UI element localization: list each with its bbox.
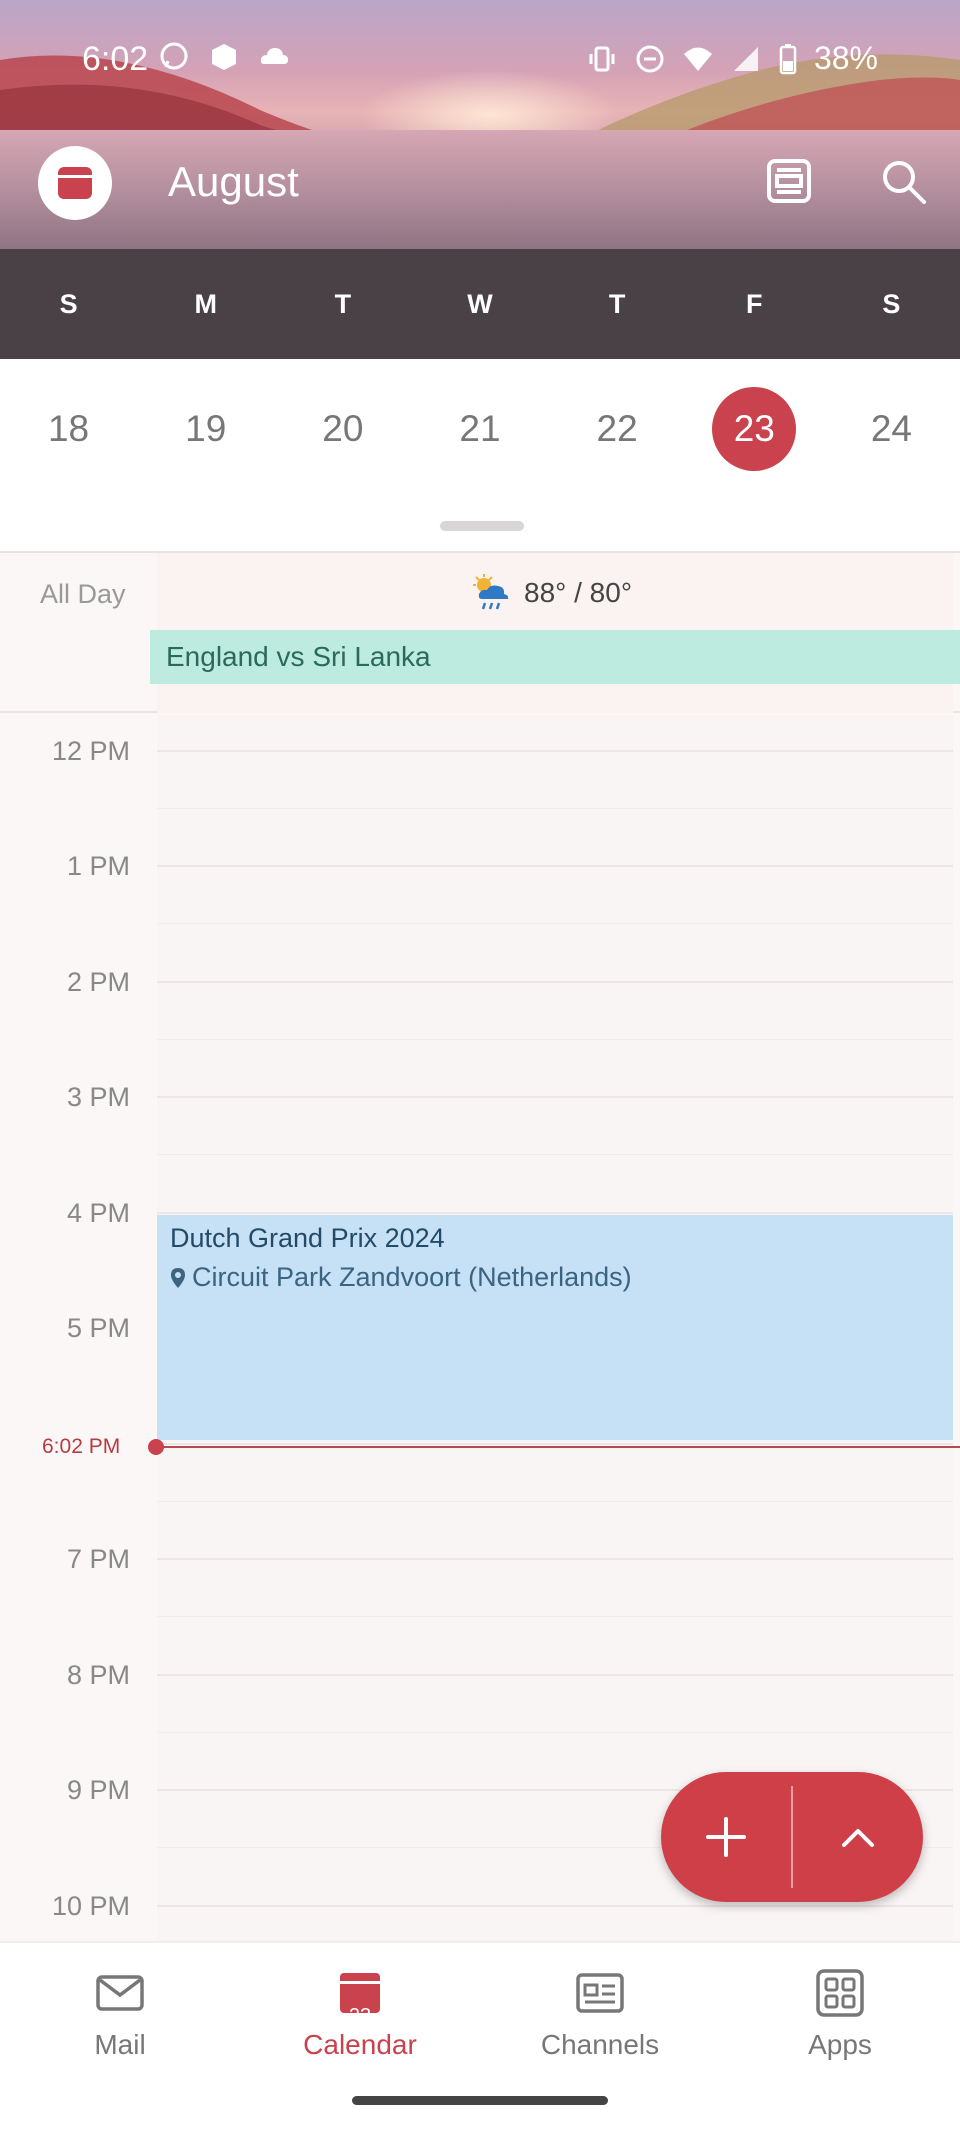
signal-icon: [733, 46, 758, 71]
mail-icon: [96, 1975, 144, 2011]
status-bar: 6:02 38%: [0, 0, 960, 118]
current-time-line: [156, 1446, 960, 1448]
nav-label: Channels: [540, 2029, 660, 2060]
weather-summary[interactable]: 88° / 80°: [470, 573, 632, 613]
hour-label: 1 PM: [66, 851, 130, 881]
date-cell[interactable]: 19: [137, 408, 274, 450]
date-cell[interactable]: 22: [549, 408, 686, 450]
event-card[interactable]: Dutch Grand Prix 2024 Circuit Park Zandv…: [157, 1215, 953, 1440]
do-not-disturb-icon: [636, 45, 664, 72]
agenda-view-icon[interactable]: [764, 156, 814, 206]
location-pin-icon: [171, 1267, 185, 1288]
nav-mail[interactable]: Mail: [0, 1943, 240, 2133]
week-date-strip: 18 19 20 21 22 23 24: [0, 359, 960, 553]
status-time: 6:02: [82, 40, 149, 78]
home-indicator[interactable]: [352, 2096, 608, 2105]
month-title[interactable]: August: [168, 158, 299, 206]
event-title: Dutch Grand Prix 2024: [170, 1223, 445, 1253]
plus-icon: [706, 1817, 746, 1857]
all-day-event[interactable]: England vs Sri Lanka: [150, 630, 960, 684]
weekday-label: T: [608, 289, 626, 319]
expand-button[interactable]: [793, 1772, 923, 1902]
date-cell[interactable]: 20: [274, 408, 411, 450]
calendar-app-icon[interactable]: [38, 146, 112, 220]
hour-label: 12 PM: [51, 736, 130, 766]
nav-apps[interactable]: Apps: [720, 1943, 960, 2133]
weekday-label: S: [59, 289, 78, 319]
chevron-up-icon: [842, 1829, 874, 1847]
search-icon[interactable]: [876, 154, 932, 210]
weekday-label: M: [194, 289, 217, 319]
floating-action-button: [661, 1772, 923, 1902]
vibrate-icon: [589, 46, 615, 71]
hour-label: 7 PM: [66, 1544, 130, 1574]
date-cell[interactable]: 21: [411, 408, 548, 450]
package-icon: [212, 44, 236, 70]
current-time-dot: [148, 1439, 164, 1455]
date-cell[interactable]: 18: [0, 408, 137, 450]
all-day-section: All Day 88° / 80° England vs Sri Lanka: [0, 553, 960, 713]
cloud-icon: [260, 48, 288, 64]
add-event-button[interactable]: [661, 1772, 791, 1902]
weekday-label: S: [882, 289, 901, 319]
whatsapp-icon: [160, 42, 188, 70]
all-day-label: All Day: [40, 579, 126, 609]
weekday-label: W: [467, 289, 493, 319]
rain-sun-icon: [473, 574, 509, 610]
drag-handle[interactable]: [440, 521, 524, 531]
weather-temps: 88° / 80°: [524, 577, 633, 608]
hour-label: 2 PM: [66, 967, 130, 997]
battery-percent: 38%: [813, 40, 878, 76]
app-bar: August: [0, 140, 960, 224]
nav-label: Mail: [94, 2029, 146, 2060]
wifi-icon: [683, 47, 712, 71]
current-time-label: 6:02 PM: [42, 1435, 121, 1458]
nav-label: Apps: [808, 2029, 872, 2060]
hour-label: 5 PM: [66, 1313, 130, 1343]
calendar-badge: 23: [348, 2005, 372, 2027]
weekday-header: S M T W T F S: [0, 249, 960, 359]
hour-label: 8 PM: [66, 1660, 130, 1690]
weekday-label: F: [746, 289, 763, 319]
date-cell-selected[interactable]: 23: [686, 387, 823, 471]
hour-label: 3 PM: [66, 1082, 130, 1112]
nav-label: Calendar: [303, 2029, 417, 2060]
apps-icon: [816, 1969, 864, 2017]
channels-icon: [576, 1973, 624, 2013]
hour-label: 9 PM: [66, 1775, 130, 1805]
date-cell[interactable]: 24: [823, 408, 960, 450]
weekday-label: T: [334, 289, 352, 319]
hour-label: 10 PM: [51, 1891, 130, 1921]
event-location: Circuit Park Zandvoort (Netherlands): [192, 1262, 632, 1292]
hour-label: 4 PM: [66, 1198, 130, 1228]
battery-icon: [779, 43, 797, 74]
